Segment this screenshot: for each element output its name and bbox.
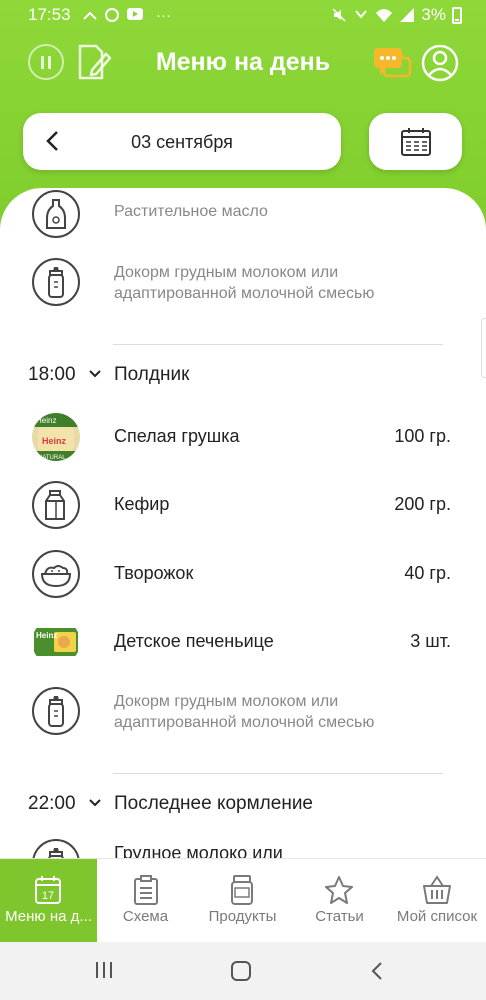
signal-icon bbox=[400, 8, 415, 22]
jar-icon bbox=[231, 875, 253, 905]
basket-icon bbox=[423, 875, 451, 904]
photo-label: NATURAL bbox=[38, 455, 66, 461]
status-notification-icons: ··· bbox=[82, 7, 171, 24]
battery-icon bbox=[452, 6, 462, 24]
wifi-icon bbox=[376, 9, 393, 22]
nav-label: Меню на д... bbox=[5, 908, 92, 925]
youtube-icon bbox=[127, 8, 143, 20]
wifi-call-icon bbox=[355, 10, 368, 19]
clipboard-icon bbox=[134, 875, 158, 905]
calendar-icon: 17 bbox=[35, 876, 61, 904]
item-quantity: 3 шт. bbox=[410, 631, 451, 651]
nav-articles[interactable]: Статьи bbox=[291, 859, 388, 943]
nav-scheme[interactable]: Схема bbox=[97, 859, 194, 943]
photo-label: Heinz bbox=[36, 631, 57, 640]
more-notifications: ··· bbox=[156, 7, 171, 24]
viber-icon bbox=[105, 8, 119, 22]
recent-apps-button[interactable] bbox=[96, 962, 112, 978]
nav-label: Схема bbox=[122, 908, 169, 925]
divider bbox=[113, 773, 443, 774]
list-item[interactable]: Heinz Детское печеньице 3 шт. bbox=[0, 612, 486, 672]
oil-bottle-icon bbox=[32, 190, 80, 238]
mute-icon bbox=[332, 8, 346, 22]
baby-bottle-icon bbox=[32, 839, 80, 858]
nav-my-list[interactable]: Мой список bbox=[388, 859, 486, 943]
calendar-day-badge: 17 bbox=[42, 890, 54, 902]
date-selector[interactable]: 03 сентября bbox=[23, 113, 341, 170]
photo-label: Heinz bbox=[42, 436, 67, 446]
home-button[interactable] bbox=[231, 961, 251, 981]
profile-icon[interactable] bbox=[420, 43, 460, 83]
star-icon bbox=[325, 876, 353, 904]
chevron-down-icon[interactable] bbox=[88, 798, 102, 808]
heinz-pear-jar-photo: Heinz Heinz NATURAL bbox=[32, 413, 80, 461]
bowl-icon bbox=[32, 550, 80, 598]
current-date: 03 сентября bbox=[131, 132, 233, 152]
list-item[interactable]: Кефир 200 гр. bbox=[0, 475, 486, 535]
item-name: Спелая грушка bbox=[114, 426, 240, 446]
item-name: Творожок bbox=[114, 563, 194, 583]
list-item[interactable]: Докорм грудным молоком или адаптированно… bbox=[0, 252, 486, 312]
item-name: Грудное молоко или bbox=[114, 843, 283, 858]
scroll-indicator[interactable] bbox=[481, 318, 486, 378]
calendar-button[interactable] bbox=[369, 113, 462, 170]
chevron-down-icon[interactable] bbox=[88, 369, 102, 379]
status-time: 17:53 bbox=[28, 5, 71, 24]
meal-time: 22:00 bbox=[28, 793, 76, 814]
baby-bottle-icon bbox=[32, 258, 80, 306]
baby-bottle-icon bbox=[32, 687, 80, 735]
nav-menu-day[interactable]: 17 Меню на д... bbox=[0, 859, 97, 943]
photo-label: Heinz bbox=[36, 416, 56, 425]
list-item[interactable]: Творожок 40 гр. bbox=[0, 544, 486, 604]
list-item[interactable]: Heinz Heinz NATURAL Спелая грушка 100 гр… bbox=[0, 407, 486, 467]
item-name: Докорм грудным молоком или адаптированно… bbox=[114, 264, 375, 302]
status-bar: 17:53 ··· 3% bbox=[0, 0, 486, 30]
battery-percent: 3% bbox=[421, 5, 446, 24]
item-name: Детское печеньице bbox=[114, 631, 274, 651]
system-navigation-bar bbox=[0, 942, 486, 1000]
nav-products[interactable]: Продукты bbox=[194, 859, 291, 943]
meal-header[interactable]: 18:00 Полдник bbox=[0, 360, 486, 390]
nav-label: Статьи bbox=[315, 908, 364, 925]
item-name: Растительное масло bbox=[114, 203, 268, 220]
meal-title: Последнее кормление bbox=[114, 793, 313, 814]
item-name: Кефир bbox=[114, 494, 170, 514]
page-title: Меню на день bbox=[155, 48, 331, 76]
calendar-grid-icon bbox=[401, 128, 431, 156]
nav-label: Продукты bbox=[208, 908, 277, 925]
meal-title: Полдник bbox=[114, 364, 190, 385]
bottom-navigation: 17 Меню на д... Схема Продукты Статьи Мо… bbox=[0, 858, 486, 943]
nav-label: Мой список bbox=[396, 908, 478, 925]
heinz-cookies-photo: Heinz bbox=[32, 618, 80, 666]
meal-header[interactable]: 22:00 Последнее кормление bbox=[0, 789, 486, 819]
status-right-icons: 3% bbox=[331, 5, 462, 25]
meal-time: 18:00 bbox=[28, 364, 76, 385]
list-item[interactable]: Докорм грудным молоком или адаптированно… bbox=[0, 681, 486, 741]
divider bbox=[113, 344, 443, 345]
item-name: Докорм грудным молоком или адаптированно… bbox=[114, 693, 375, 731]
list-item[interactable]: Грудное молоко или bbox=[0, 833, 486, 858]
chat-icon[interactable] bbox=[372, 44, 412, 84]
missed-call-icon bbox=[83, 11, 97, 20]
item-quantity: 100 гр. bbox=[394, 426, 451, 446]
item-quantity: 200 гр. bbox=[394, 494, 451, 514]
item-quantity: 40 гр. bbox=[404, 563, 451, 583]
back-icon[interactable] bbox=[370, 962, 384, 980]
list-item[interactable]: Растительное масло bbox=[0, 188, 486, 244]
menu-list[interactable]: Растительное масло Докорм грудным молоко… bbox=[0, 188, 486, 858]
milk-carton-icon bbox=[32, 481, 80, 529]
